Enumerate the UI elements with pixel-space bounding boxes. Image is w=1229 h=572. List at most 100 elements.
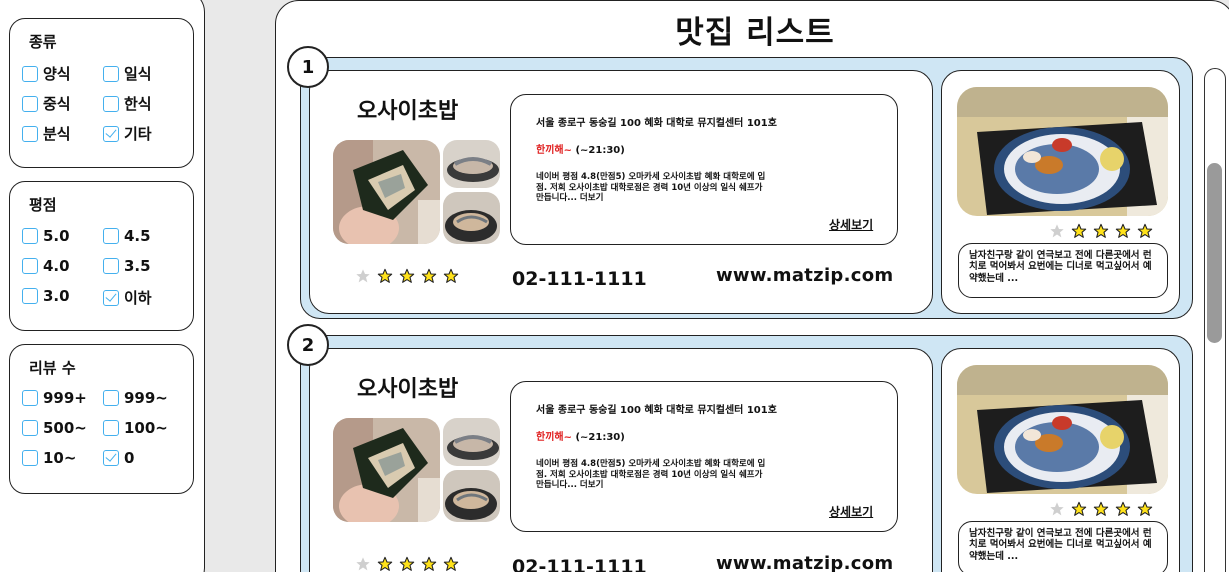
filter-option-label: 100~ bbox=[124, 419, 168, 437]
restaurant-phone[interactable]: 02-111-1111 bbox=[512, 268, 647, 290]
star-icon bbox=[1050, 502, 1064, 516]
details-link[interactable]: 상세보기 bbox=[829, 503, 873, 520]
hours-text: (~21:30) bbox=[571, 145, 625, 156]
filter-group-type: 종류 양식 일식 중식 한식 분식 기타 bbox=[9, 18, 194, 168]
checkbox-icon[interactable] bbox=[103, 65, 119, 82]
checkbox-icon[interactable] bbox=[103, 390, 119, 406]
food-photo[interactable] bbox=[333, 418, 440, 522]
checkbox-icon[interactable] bbox=[22, 420, 38, 436]
checkbox-icon[interactable] bbox=[103, 228, 119, 244]
restaurant-phone[interactable]: 02-111-1111 bbox=[512, 556, 647, 572]
checkbox-icon[interactable] bbox=[22, 65, 38, 82]
star-icon bbox=[377, 268, 393, 283]
review-text[interactable]: 남자친구랑 같이 연극보고 전에 다른곳에서 런치로 먹어봐서 요번에는 디너로… bbox=[958, 243, 1168, 298]
food-photo[interactable] bbox=[443, 192, 500, 244]
scrollbar-thumb[interactable] bbox=[1207, 163, 1222, 343]
rating-stars bbox=[355, 556, 459, 572]
filter-option-label: 4.0 bbox=[43, 257, 70, 275]
filter-option[interactable]: 중식 bbox=[22, 93, 71, 114]
review-photo[interactable] bbox=[957, 365, 1168, 494]
review-photo[interactable] bbox=[957, 87, 1168, 216]
filter-option-label: 4.5 bbox=[124, 227, 151, 245]
filter-option-label: 0 bbox=[124, 449, 135, 467]
filter-option[interactable]: 3.0 bbox=[22, 287, 70, 305]
restaurant-website[interactable]: www.matzip.com bbox=[716, 265, 893, 286]
details-link[interactable]: 상세보기 bbox=[829, 216, 873, 233]
filter-group-reviews: 리뷰 수 999+ 999~ 500~ 100~ 10~ 0 bbox=[9, 344, 194, 494]
checkbox-icon[interactable] bbox=[22, 390, 38, 406]
filter-option[interactable]: 4.5 bbox=[103, 227, 151, 245]
filter-option[interactable]: 일식 bbox=[103, 63, 152, 84]
star-icon bbox=[1115, 501, 1131, 516]
checkbox-icon[interactable] bbox=[103, 420, 119, 436]
star-icon bbox=[443, 556, 459, 571]
filter-option-label: 기타 bbox=[124, 125, 152, 143]
review-panel: 남자친구랑 같이 연극보고 전에 다른곳에서 런치로 먹어봐서 요번에는 디너로… bbox=[941, 70, 1180, 314]
star-icon bbox=[356, 557, 370, 571]
restaurant-details-box: 서울 종로구 동숭길 100 혜화 대학로 뮤지컬센터 101호 한끼해~ (~… bbox=[510, 94, 898, 245]
restaurant-card[interactable]: 오사이초밥 02-111-1111 www.matzip.com 서울 종로구 … bbox=[287, 324, 1193, 572]
checkbox-icon[interactable] bbox=[22, 95, 38, 112]
restaurant-name[interactable]: 오사이초밥 bbox=[357, 371, 458, 403]
filter-option[interactable]: 양식 bbox=[22, 63, 71, 84]
restaurant-website[interactable]: www.matzip.com bbox=[716, 553, 893, 572]
card-index-badge: 2 bbox=[287, 324, 329, 366]
checkbox-icon[interactable] bbox=[103, 258, 119, 274]
filter-group-title: 리뷰 수 bbox=[29, 359, 76, 377]
star-icon bbox=[356, 269, 370, 283]
checkbox-icon[interactable] bbox=[103, 95, 119, 112]
filter-group-title: 평점 bbox=[29, 196, 57, 214]
filter-option-label: 3.0 bbox=[43, 287, 70, 305]
filter-option[interactable]: 4.0 bbox=[22, 257, 70, 275]
star-icon bbox=[399, 268, 415, 283]
card-index-badge: 1 bbox=[287, 46, 329, 88]
restaurant-description: 네이버 평점 4.8(만점5) 오마카세 오사이초밥 혜화 대학로에 입점. 저… bbox=[536, 459, 766, 491]
filter-option-label: 이하 bbox=[124, 289, 152, 307]
food-photo[interactable] bbox=[443, 470, 500, 522]
filter-option[interactable]: 0 bbox=[103, 449, 134, 467]
filter-option[interactable]: 999~ bbox=[103, 389, 168, 407]
star-icon bbox=[421, 268, 437, 283]
filter-option[interactable]: 기타 bbox=[103, 123, 152, 144]
filter-option[interactable]: 한식 bbox=[103, 93, 152, 114]
checkbox-icon[interactable] bbox=[103, 125, 119, 142]
filter-option[interactable]: 분식 bbox=[22, 123, 71, 144]
restaurant-hours: 한끼해~ (~21:30) bbox=[536, 141, 625, 156]
filter-option-label: 500~ bbox=[43, 419, 87, 437]
filter-option[interactable]: 100~ bbox=[103, 419, 168, 437]
checkbox-icon[interactable] bbox=[22, 125, 38, 142]
filter-option[interactable]: 10~ bbox=[22, 449, 76, 467]
checkbox-icon[interactable] bbox=[22, 228, 38, 244]
restaurant-details-box: 서울 종로구 동숭길 100 혜화 대학로 뮤지컬센터 101호 한끼해~ (~… bbox=[510, 381, 898, 532]
checkbox-icon[interactable] bbox=[103, 289, 119, 306]
filter-option-label: 999~ bbox=[124, 389, 168, 407]
review-text[interactable]: 남자친구랑 같이 연극보고 전에 다른곳에서 런치로 먹어봐서 요번에는 디너로… bbox=[958, 521, 1168, 572]
restaurant-address: 서울 종로구 동숭길 100 혜화 대학로 뮤지컬센터 101호 bbox=[536, 405, 777, 416]
food-photo[interactable] bbox=[443, 140, 500, 188]
filter-option[interactable]: 999+ bbox=[22, 389, 87, 407]
restaurant-name[interactable]: 오사이초밥 bbox=[357, 93, 458, 125]
checkbox-icon[interactable] bbox=[22, 288, 38, 304]
filter-option[interactable]: 이하 bbox=[103, 287, 152, 308]
filter-option-label: 3.5 bbox=[124, 257, 151, 275]
checkbox-icon[interactable] bbox=[22, 450, 38, 466]
review-stars bbox=[1049, 501, 1153, 517]
page-title: 맛집 리스트 bbox=[675, 15, 835, 51]
filter-option-label: 양식 bbox=[43, 65, 71, 83]
checkbox-icon[interactable] bbox=[22, 258, 38, 274]
filter-option[interactable]: 500~ bbox=[22, 419, 87, 437]
filter-option[interactable]: 5.0 bbox=[22, 227, 70, 245]
filter-option-label: 중식 bbox=[43, 95, 71, 113]
food-photo[interactable] bbox=[443, 418, 500, 466]
filter-group-rating: 평점 5.0 4.5 4.0 3.5 3.0 이하 bbox=[9, 181, 194, 331]
filter-option[interactable]: 3.5 bbox=[103, 257, 151, 275]
rating-stars bbox=[355, 268, 459, 284]
restaurant-address: 서울 종로구 동숭길 100 혜화 대학로 뮤지컬센터 101호 bbox=[536, 118, 777, 129]
restaurant-description: 네이버 평점 4.8(만점5) 오마카세 오사이초밥 혜화 대학로에 입점. 저… bbox=[536, 172, 766, 204]
checkbox-icon[interactable] bbox=[103, 450, 119, 466]
restaurant-card[interactable]: 오사이초밥 02-111-1111 www.matzip.com 서울 종로구 … bbox=[287, 46, 1193, 319]
food-photo[interactable] bbox=[333, 140, 440, 244]
star-icon bbox=[443, 268, 459, 283]
scrollbar[interactable] bbox=[1204, 68, 1226, 572]
filter-option-label: 한식 bbox=[124, 95, 152, 113]
